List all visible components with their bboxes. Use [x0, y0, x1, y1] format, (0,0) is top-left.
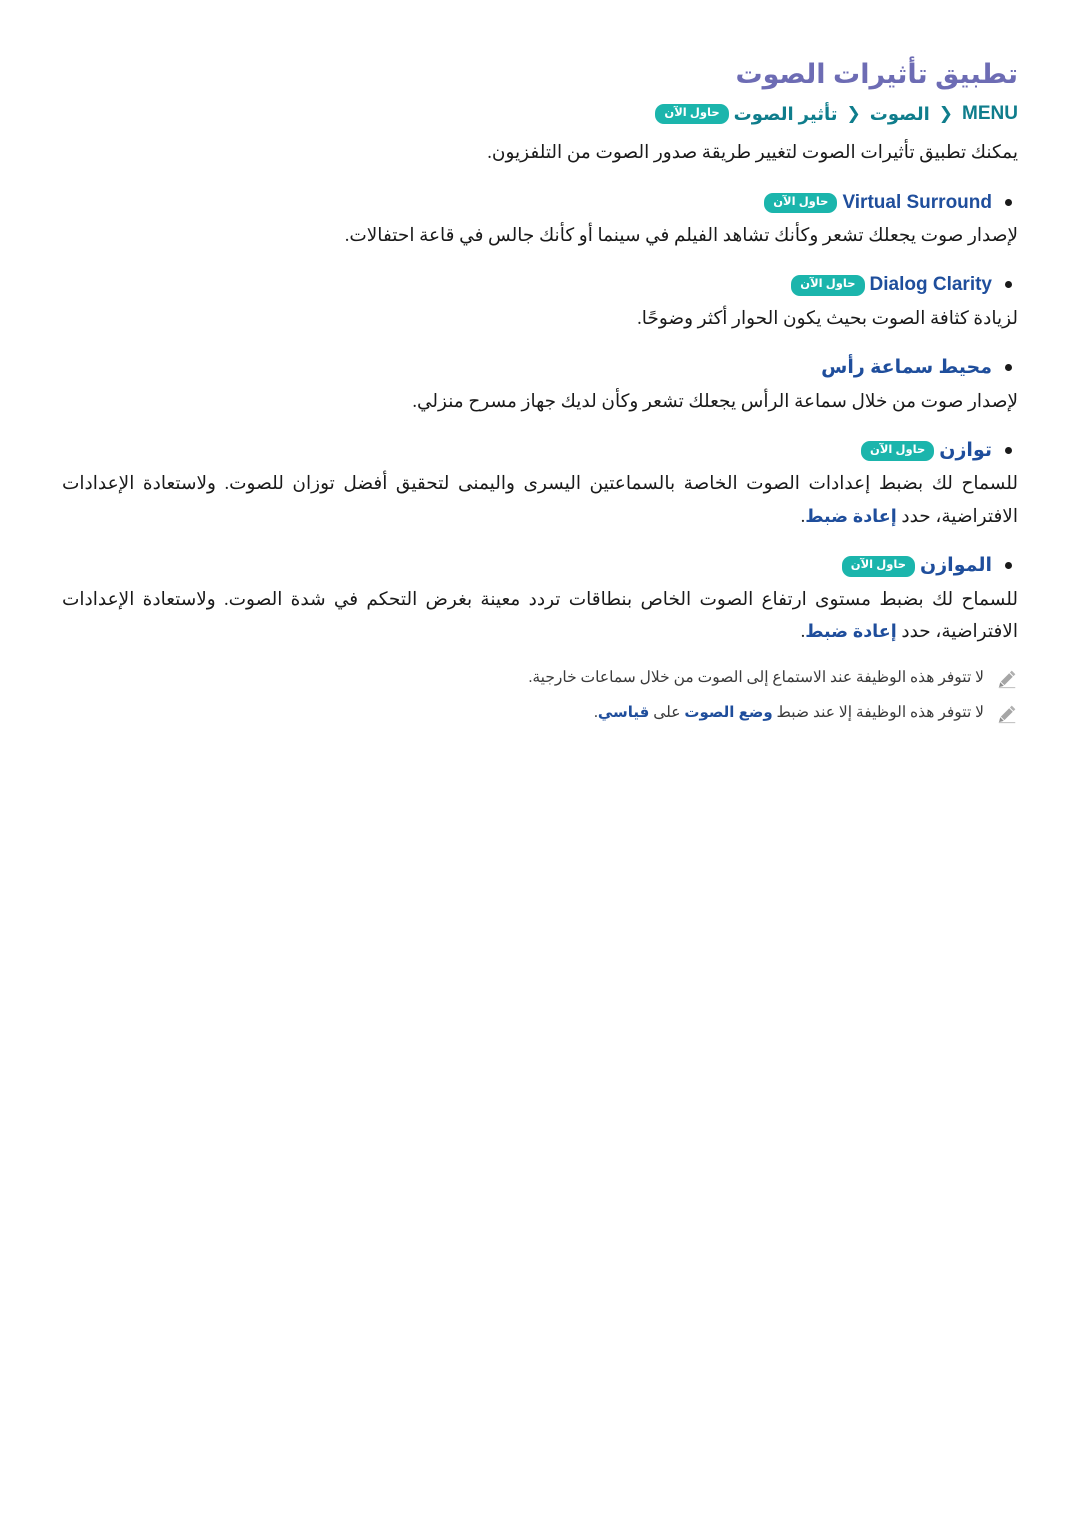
page-title: تطبيق تأثيرات الصوت	[735, 59, 1019, 89]
intro-paragraph: يمكنك تطبيق تأثيرات الصوت لتغيير طريقة ص…	[487, 143, 1018, 164]
list-item-headphone-surround: محيط سماعة رأس لإصدار صوت من خلال سماعة …	[62, 353, 1018, 418]
bullet-label-dialog-clarity[interactable]: Dialog Clarity	[870, 270, 992, 300]
bullet-desc-equalizer: للسماح لك بضبط مستوى ارتفاع الصوت الخاص …	[62, 584, 1018, 649]
bullet-head-dialog-clarity: Dialog Clarityحاول الآن	[62, 270, 1018, 300]
note-row-sound-mode: لا تتوفر هذه الوظيفة إلا عند ضبط وضع الص…	[62, 701, 1018, 726]
bullet-label-balance[interactable]: توازن	[939, 436, 992, 466]
bullet-head-balance: توازنحاول الآن	[62, 436, 1018, 466]
term-reset-equalizer[interactable]: إعادة ضبط	[805, 621, 897, 641]
document-page: تطبيق تأثيرات الصوت MENU ❮ الصوت ❮ تأثير…	[0, 0, 1080, 1527]
bullet-dot-icon	[1005, 562, 1012, 570]
try-now-badge-equalizer[interactable]: حاول الآن	[841, 556, 916, 577]
bullet-dot-icon	[1005, 198, 1012, 206]
bullet-dot-icon	[1005, 281, 1012, 289]
bullet-dot-icon	[1005, 446, 1012, 454]
chevron-left-icon: ❮	[938, 104, 954, 124]
bullet-label-virtual-surround[interactable]: Virtual Surround	[842, 188, 992, 218]
term-sound-mode[interactable]: وضع الصوت	[684, 704, 772, 721]
sound-effects-list: Virtual Surroundحاول الآن لإصدار صوت يجع…	[62, 188, 1018, 649]
pencil-icon	[996, 668, 1018, 690]
bullet-desc-headphone-surround: لإصدار صوت من خلال سماعة الرأس يجعلك تشع…	[412, 391, 1018, 412]
try-now-badge-balance[interactable]: حاول الآن	[861, 440, 935, 462]
list-item-balance: توازنحاول الآن للسماح لك بضبط إعدادات ال…	[62, 436, 1018, 533]
chevron-left-icon-2: ❮	[846, 104, 861, 124]
bullet-desc-balance: للسماح لك بضبط إعدادات الصوت الخاصة بالس…	[62, 468, 1018, 533]
breadcrumb-item-sound-effect[interactable]: تأثير الصوت	[734, 101, 838, 128]
list-item-virtual-surround: Virtual Surroundحاول الآن لإصدار صوت يجع…	[62, 188, 1018, 253]
list-item-dialog-clarity: Dialog Clarityحاول الآن لزيادة كثافة الص…	[62, 270, 1018, 335]
note-sound-mode-part2: على	[649, 704, 685, 722]
note-text-sound-mode: لا تتوفر هذه الوظيفة إلا عند ضبط وضع الص…	[62, 701, 984, 726]
note-sound-mode-part1: لا تتوفر هذه الوظيفة إلا عند ضبط	[772, 704, 984, 722]
bullet-head-headphone-surround: محيط سماعة رأس	[62, 353, 1018, 383]
bullet-head-equalizer: الموازنحاول الآن	[62, 551, 1018, 581]
pencil-icon	[996, 703, 1018, 725]
try-now-badge-dialog-clarity[interactable]: حاول الآن	[791, 275, 865, 296]
term-reset-balance[interactable]: إعادة ضبط	[805, 506, 897, 526]
bullet-dot-icon	[1005, 364, 1012, 372]
breadcrumb-item-sound[interactable]: الصوت	[870, 101, 930, 128]
list-item-equalizer: الموازنحاول الآن للسماح لك بضبط مستوى ار…	[62, 551, 1018, 648]
try-now-badge[interactable]: حاول الآن	[655, 103, 729, 125]
bullet-label-headphone-surround[interactable]: محيط سماعة رأس	[821, 353, 992, 383]
note-row-external-speakers: لا تتوفر هذه الوظيفة عند الاستماع إلى ال…	[62, 666, 1018, 691]
try-now-badge-virtual-surround[interactable]: حاول الآن	[764, 192, 838, 214]
note-text-external-speakers: لا تتوفر هذه الوظيفة عند الاستماع إلى ال…	[528, 669, 984, 687]
breadcrumb: MENU ❮ الصوت ❮ تأثير الصوتحاول الآن	[62, 100, 1018, 129]
bullet-head-virtual-surround: Virtual Surroundحاول الآن	[62, 188, 1018, 218]
breadcrumb-menu-label[interactable]: MENU	[962, 100, 1018, 129]
notes-section: لا تتوفر هذه الوظيفة عند الاستماع إلى ال…	[62, 666, 1018, 726]
bullet-desc-virtual-surround: لإصدار صوت يجعلك تشعر وكأنك تشاهد الفيلم…	[344, 226, 1018, 247]
term-standard[interactable]: قياسي	[598, 704, 650, 721]
bullet-label-equalizer[interactable]: الموازن	[920, 551, 992, 581]
bullet-desc-dialog-clarity: لزيادة كثافة الصوت بحيث يكون الحوار أكثر…	[637, 308, 1018, 329]
